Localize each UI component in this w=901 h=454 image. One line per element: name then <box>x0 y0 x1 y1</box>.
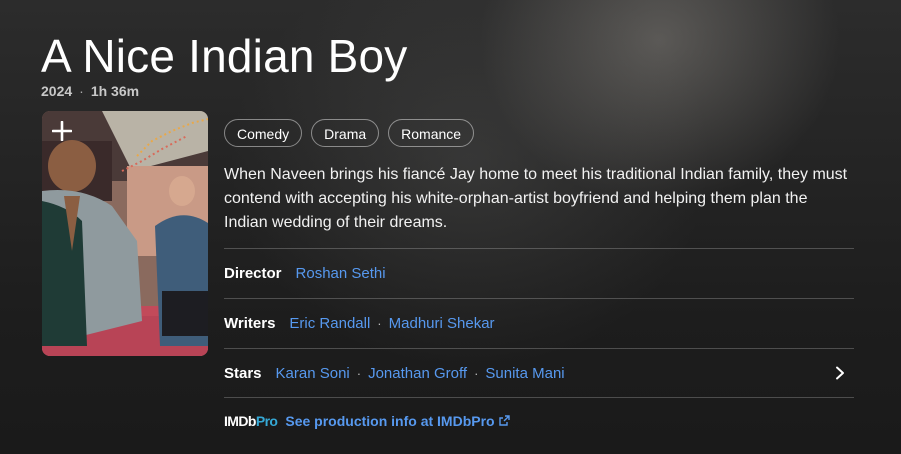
plus-icon <box>52 121 72 141</box>
name-separator: · <box>377 315 382 331</box>
credit-row-stars: Stars Karan Soni · Jonathan Groff · Suni… <box>224 348 854 397</box>
meta-separator: · <box>79 83 84 99</box>
imdbpro-row: IMDbPro See production info at IMDbPro <box>224 397 854 443</box>
imdbpro-link-text: See production info at IMDbPro <box>285 412 495 429</box>
director-label[interactable]: Director <box>224 265 282 282</box>
plot-summary: When Naveen brings his fiancé Jay home t… <box>224 166 848 231</box>
add-to-watchlist-button[interactable] <box>42 111 82 151</box>
genre-chips: Comedy Drama Romance <box>224 119 475 147</box>
star-link[interactable]: Karan Soni <box>276 365 350 382</box>
imdbpro-link[interactable]: See production info at IMDbPro <box>285 412 510 429</box>
writer-link[interactable]: Madhuri Shekar <box>389 315 495 332</box>
name-separator: · <box>474 365 479 381</box>
credit-row-writers: Writers Eric Randall · Madhuri Shekar <box>224 298 854 347</box>
star-link[interactable]: Jonathan Groff <box>368 365 467 382</box>
runtime: 1h 36m <box>90 83 140 99</box>
title-meta: 2024 · 1h 36m <box>41 83 139 99</box>
writer-link[interactable]: Eric Randall <box>289 315 370 332</box>
poster-image[interactable] <box>42 111 208 356</box>
star-link[interactable]: Sunita Mani <box>485 365 564 382</box>
imdbpro-logo[interactable]: IMDbPro <box>224 413 278 429</box>
chevron-right-icon[interactable] <box>834 366 846 380</box>
writers-label[interactable]: Writers <box>224 315 275 332</box>
genre-chip-romance[interactable]: Romance <box>388 119 475 147</box>
release-year[interactable]: 2024 <box>41 83 72 99</box>
name-separator: · <box>356 365 362 381</box>
genre-chip-drama[interactable]: Drama <box>311 119 380 147</box>
credit-row-director: Director Roshan Sethi <box>224 248 854 297</box>
genre-chip-comedy[interactable]: Comedy <box>224 119 303 147</box>
external-link-icon <box>498 413 510 429</box>
page-title: A Nice Indian Boy <box>41 30 408 82</box>
stars-label[interactable]: Stars <box>224 365 262 382</box>
director-link[interactable]: Roshan Sethi <box>296 265 386 282</box>
